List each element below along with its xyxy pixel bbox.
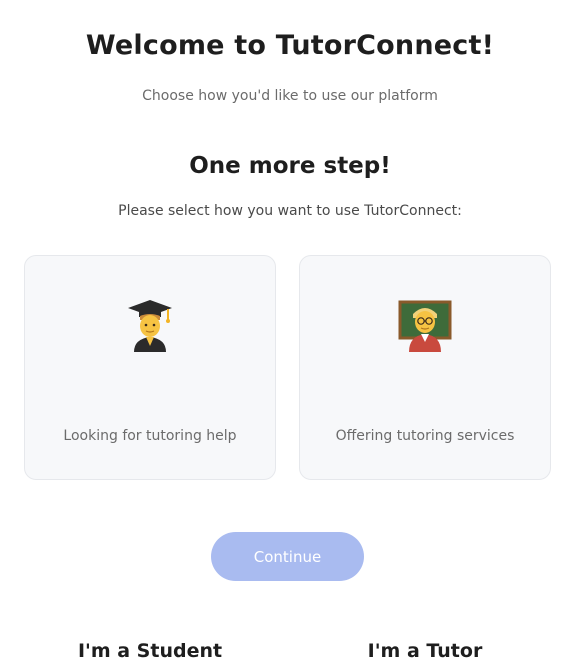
tutor-option-card[interactable]: I'm a Tutor Offering tutoring services <box>299 255 551 662</box>
welcome-page: Welcome to TutorConnect! Choose how you'… <box>0 0 580 662</box>
tutor-option-description: Offering tutoring services <box>335 428 515 444</box>
step-title: One more step! <box>189 153 391 179</box>
continue-button[interactable]: Continue <box>211 532 364 581</box>
graduate-student-icon <box>25 296 275 352</box>
page-title: Welcome to TutorConnect! <box>85 30 495 61</box>
student-option-card[interactable]: I'm a Student Looking for tutoring help <box>24 255 276 662</box>
student-option-description: Looking for tutoring help <box>63 428 237 444</box>
tutor-option-title: I'm a Tutor <box>367 640 483 662</box>
student-option-title: I'm a Student <box>77 640 223 662</box>
page-subtitle: Choose how you'd like to use our platfor… <box>142 88 438 104</box>
teacher-icon <box>300 296 550 352</box>
step-instruction: Please select how you want to use TutorC… <box>118 203 462 219</box>
